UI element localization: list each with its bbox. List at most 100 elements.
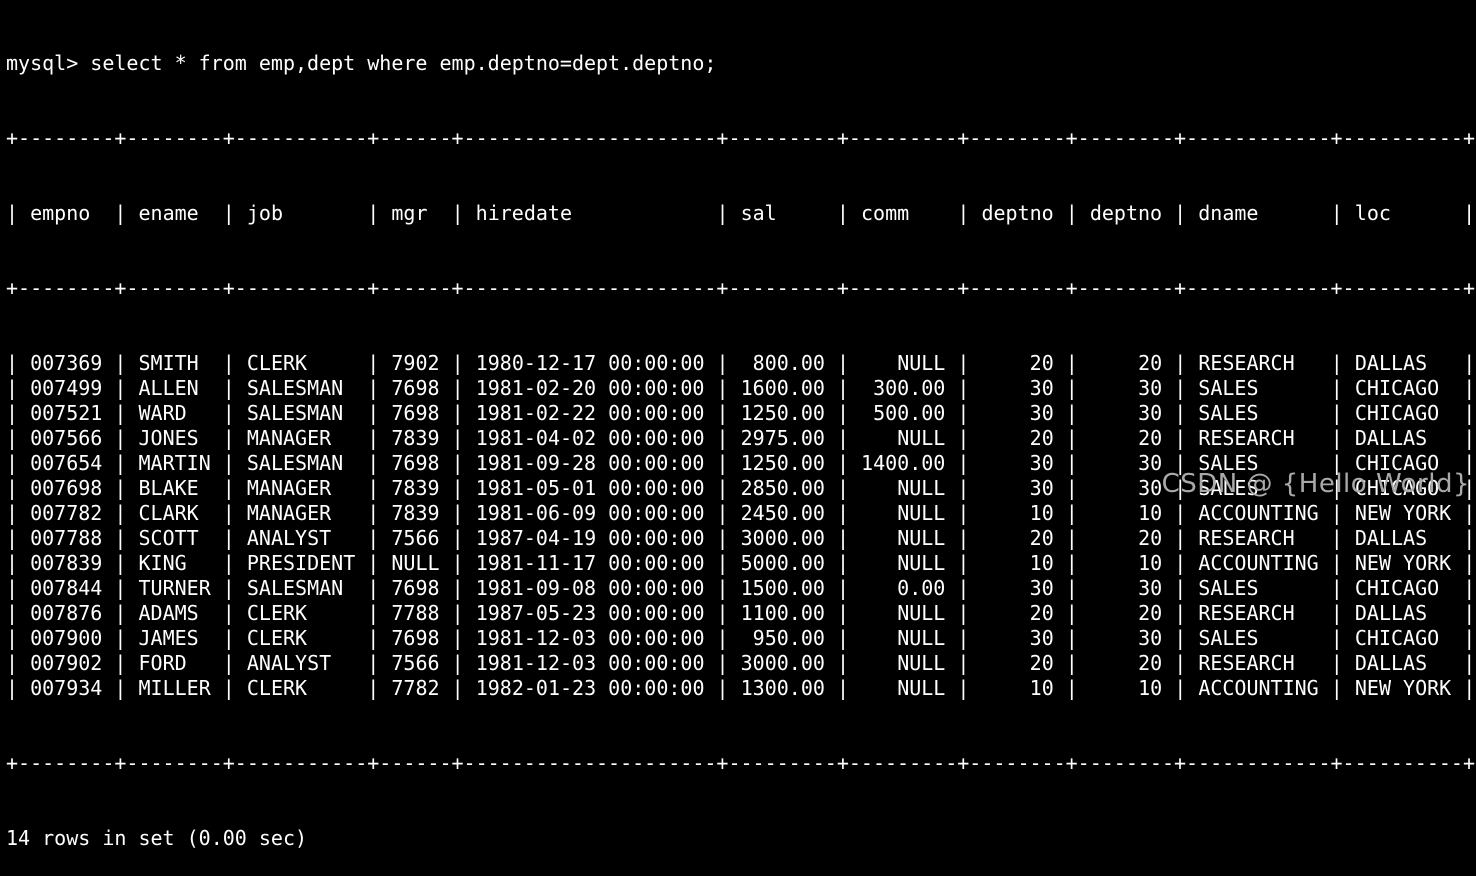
table-cell-deptno: 20 — [1029, 351, 1054, 375]
table-cell-empno: 007844 — [30, 576, 103, 600]
table-cell-mgr: 7839 — [391, 501, 440, 525]
table-cell-job: MANAGER — [246, 476, 332, 500]
column-header: ename — [138, 201, 199, 225]
table-cell-hiredate: 1980-12-17 00:00:00 — [475, 351, 705, 375]
table-cell-deptno: 30 — [1029, 451, 1054, 475]
table-cell-ename: BLAKE — [138, 476, 199, 500]
table-cell-ename: JAMES — [138, 626, 199, 650]
table-cell-sal: 1250.00 — [740, 451, 825, 475]
table-cell-sal: 1250.00 — [740, 401, 825, 425]
table-cell-dname: SALES — [1198, 626, 1259, 650]
table-cell-dname: ACCOUNTING — [1198, 676, 1319, 700]
table-cell-dname: RESEARCH — [1198, 526, 1295, 550]
table-cell-comm: NULL — [897, 601, 946, 625]
table-cell-deptno: 20 — [1138, 351, 1163, 375]
table-cell-sal: 2450.00 — [740, 501, 825, 525]
table-cell-empno: 007902 — [30, 651, 103, 675]
table-cell-ename: MILLER — [138, 676, 211, 700]
table-cell-sal: 3000.00 — [740, 526, 825, 550]
table-cell-ename: SCOTT — [138, 526, 199, 550]
table-cell-hiredate: 1981-04-02 00:00:00 — [475, 426, 705, 450]
table-cell-loc: CHICAGO — [1354, 626, 1440, 650]
table-cell-hiredate: 1982-01-23 00:00:00 — [475, 676, 705, 700]
table-cell-comm: 1400.00 — [861, 451, 946, 475]
table-cell-empno: 007788 — [30, 526, 103, 550]
table-cell-deptno: 30 — [1029, 576, 1054, 600]
table-cell-hiredate: 1981-05-01 00:00:00 — [475, 476, 705, 500]
table-cell-deptno: 10 — [1029, 501, 1054, 525]
table-cell-comm: NULL — [897, 476, 946, 500]
table-cell-empno: 007839 — [30, 551, 103, 575]
table-cell-sal: 5000.00 — [740, 551, 825, 575]
table-cell-dname: SALES — [1198, 376, 1259, 400]
table-cell-deptno: 20 — [1029, 526, 1054, 550]
table-cell-mgr: 7839 — [391, 476, 440, 500]
table-cell-job: MANAGER — [246, 426, 332, 450]
table-cell-job: SALESMAN — [246, 401, 344, 425]
command-line[interactable]: mysql> select * from emp,dept where emp.… — [6, 51, 1475, 76]
table-cell-deptno: 20 — [1138, 526, 1163, 550]
table-row: | 007566 | JONES | MANAGER | 7839 | 1981… — [6, 426, 1476, 450]
table-cell-comm: NULL — [897, 426, 946, 450]
table-cell-job: CLERK — [246, 351, 308, 375]
table-cell-deptno: 30 — [1029, 376, 1054, 400]
table-cell-job: PRESIDENT — [246, 551, 356, 575]
column-header: empno — [30, 201, 91, 225]
table-cell-empno: 007499 — [30, 376, 103, 400]
table-cell-comm: 0.00 — [897, 576, 946, 600]
table-cell-dname: ACCOUNTING — [1198, 501, 1319, 525]
watermark-text: CSDN @ {Hello World} — [1161, 469, 1470, 499]
table-cell-dname: SALES — [1198, 576, 1259, 600]
table-cell-mgr: 7698 — [391, 451, 440, 475]
table-cell-sal: 1300.00 — [740, 676, 825, 700]
table-cell-empno: 007782 — [30, 501, 103, 525]
table-cell-hiredate: 1987-05-23 00:00:00 — [475, 601, 705, 625]
table-cell-job: ANALYST — [246, 651, 332, 675]
table-cell-job: SALESMAN — [246, 451, 344, 475]
table-cell-mgr: 7698 — [391, 376, 440, 400]
table-cell-deptno: 30 — [1029, 401, 1054, 425]
table-cell-deptno: 20 — [1029, 651, 1054, 675]
table-cell-deptno: 10 — [1138, 501, 1163, 525]
table-cell-dname: SALES — [1198, 401, 1259, 425]
table-cell-dname: RESEARCH — [1198, 351, 1295, 375]
table-row: | 007788 | SCOTT | ANALYST | 7566 | 1987… — [6, 526, 1476, 550]
table-cell-ename: KING — [138, 551, 187, 575]
table-cell-job: CLERK — [246, 601, 308, 625]
table-cell-comm: 500.00 — [873, 401, 946, 425]
status-line: 14 rows in set (0.00 sec) — [6, 826, 308, 850]
table-cell-comm: NULL — [897, 626, 946, 650]
table-cell-loc: DALLAS — [1354, 601, 1428, 625]
table-cell-empno: 007698 — [30, 476, 103, 500]
table-cell-deptno: 30 — [1138, 626, 1163, 650]
table-cell-comm: NULL — [897, 351, 946, 375]
table-cell-hiredate: 1981-02-22 00:00:00 — [475, 401, 705, 425]
column-header: comm — [861, 201, 910, 225]
table-cell-deptno: 30 — [1138, 576, 1163, 600]
table-cell-job: SALESMAN — [246, 576, 344, 600]
table-cell-deptno: 10 — [1138, 676, 1163, 700]
table-cell-deptno: 20 — [1029, 601, 1054, 625]
column-header: deptno — [981, 201, 1054, 225]
table-cell-mgr: 7698 — [391, 626, 440, 650]
table-cell-deptno: 30 — [1029, 476, 1054, 500]
table-border-top: +--------+--------+-----------+------+--… — [6, 126, 1476, 150]
table-row: | 007876 | ADAMS | CLERK | 7788 | 1987-0… — [6, 601, 1476, 625]
table-cell-mgr: 7566 — [391, 651, 440, 675]
table-cell-dname: ACCOUNTING — [1198, 551, 1319, 575]
table-cell-job: MANAGER — [246, 501, 332, 525]
table-row: | 007900 | JAMES | CLERK | 7698 | 1981-1… — [6, 626, 1476, 650]
table-row: | 007934 | MILLER | CLERK | 7782 | 1982-… — [6, 676, 1476, 700]
table-cell-mgr: NULL — [391, 551, 440, 575]
table-row: | 007499 | ALLEN | SALESMAN | 7698 | 198… — [6, 376, 1476, 400]
table-cell-loc: DALLAS — [1354, 351, 1428, 375]
table-border-bottom: +--------+--------+-----------+------+--… — [6, 751, 1476, 775]
table-cell-empno: 007369 — [30, 351, 103, 375]
table-cell-ename: SMITH — [138, 351, 199, 375]
table-cell-deptno: 30 — [1138, 476, 1163, 500]
table-cell-sal: 2975.00 — [740, 426, 825, 450]
table-cell-loc: DALLAS — [1354, 651, 1428, 675]
table-cell-job: ANALYST — [246, 526, 332, 550]
table-cell-hiredate: 1981-06-09 00:00:00 — [475, 501, 705, 525]
table-cell-comm: NULL — [897, 501, 946, 525]
